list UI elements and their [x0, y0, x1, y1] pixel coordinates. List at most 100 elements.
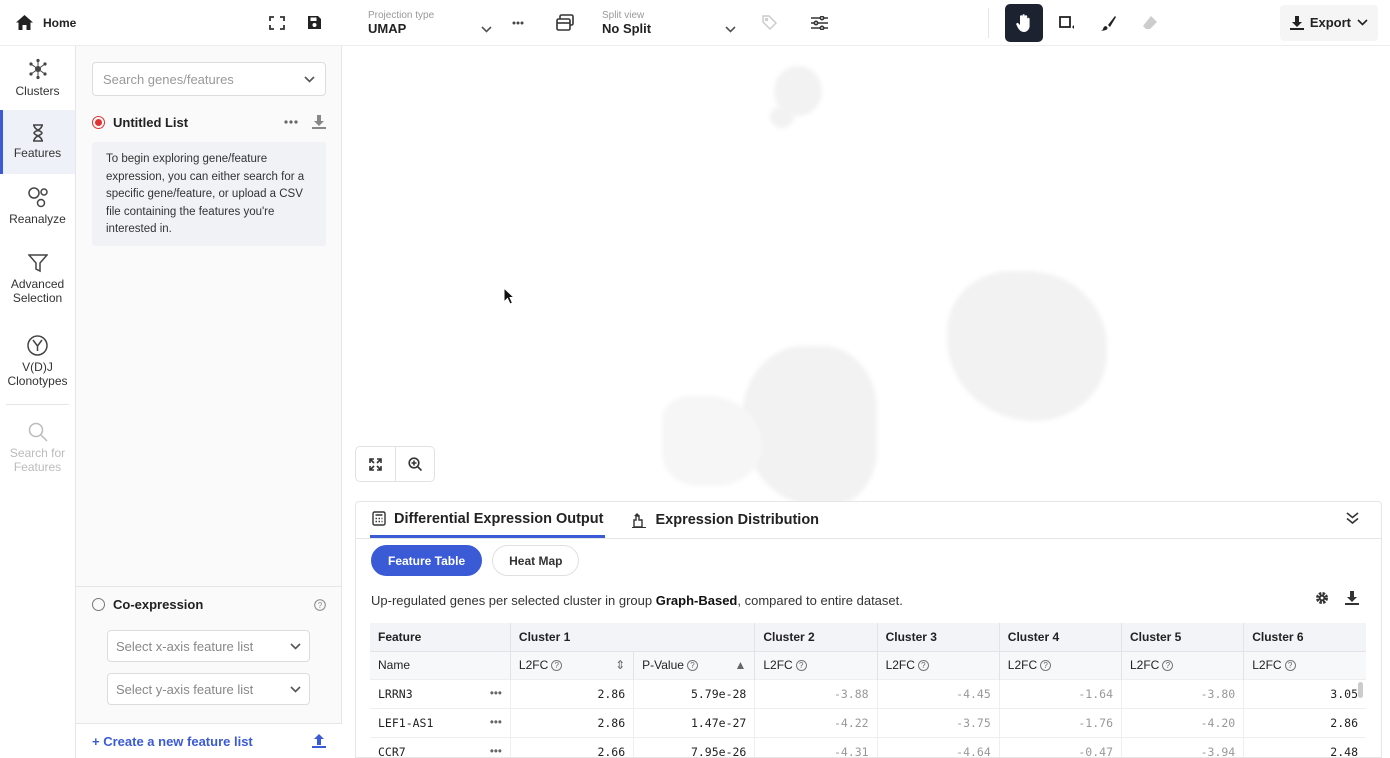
rail-reanalyze[interactable]: Reanalyze [0, 174, 75, 238]
help-icon[interactable]: ? [686, 660, 698, 672]
subheader-l2fc-label: L2FC [763, 658, 793, 672]
upload-icon[interactable] [312, 734, 326, 748]
export-button[interactable]: Export [1279, 4, 1378, 41]
coexpression-title: Co-expression [113, 597, 204, 612]
subheader-c3-l2fc[interactable]: L2FC? [876, 650, 1000, 679]
sort-icon[interactable]: ⇕ [615, 658, 625, 672]
fullscreen-icon[interactable] [269, 15, 285, 30]
help-icon[interactable]: ? [1162, 660, 1174, 672]
subheader-c2-l2fc[interactable]: L2FC? [754, 650, 878, 679]
projection-type-value: UMAP [368, 20, 407, 36]
distribution-icon [632, 512, 647, 528]
layers-icon[interactable] [556, 14, 574, 31]
feature-table-pill[interactable]: Feature Table [371, 545, 483, 576]
c4-l2fc-cell: -1.64 [998, 678, 1122, 708]
subheader-name[interactable]: Name [370, 650, 511, 679]
chevron-down-icon [481, 25, 492, 33]
table-scrollbar[interactable] [1358, 682, 1363, 698]
tag-icon[interactable] [762, 15, 777, 30]
collapse-panel-icon[interactable] [1346, 512, 1359, 524]
split-view-select[interactable]: Split view No Split [574, 10, 736, 36]
c5-l2fc-cell: -4.20 [1120, 707, 1244, 737]
c2-l2fc-cell: -3.88 [754, 678, 878, 708]
c2-l2fc-cell: -4.31 [754, 736, 878, 757]
chevron-down-icon [290, 642, 301, 650]
rail-advanced-label-2: Selection [12, 291, 63, 305]
feature-name-cell[interactable]: LEF1-AS1 ••• [370, 707, 511, 737]
more-options-icon[interactable] [284, 120, 298, 124]
rail-search-label-1: Search for [9, 446, 66, 460]
pan-tool-button[interactable] [1005, 3, 1043, 42]
x-axis-feature-select[interactable]: Select x-axis feature list [107, 630, 310, 662]
row-more-icon[interactable]: ••• [490, 746, 502, 757]
rail-clusters[interactable]: Clusters [0, 46, 75, 110]
subheader-c5-l2fc[interactable]: L2FC? [1120, 650, 1244, 679]
rail-advanced-selection[interactable]: Advanced Selection [0, 238, 75, 320]
c1-pvalue-cell: 1.47e-27 [633, 707, 755, 737]
subheader-l2fc-label: L2FC [518, 658, 549, 672]
help-icon[interactable]: ? [1040, 660, 1052, 672]
rail-search-features[interactable]: Search for Features [0, 407, 75, 489]
projection-plot[interactable] [342, 46, 1390, 501]
c3-l2fc-cell: -4.64 [876, 736, 1000, 757]
tab-differential-expression[interactable]: Differential Expression Output [370, 502, 606, 538]
eraser-icon [1143, 16, 1157, 29]
home-bar: Home [0, 0, 342, 46]
table-row[interactable]: LRRN3 ••• 2.86 5.79e-28 -3.88 -4.45 -1.64… [370, 678, 1366, 708]
sort-icon[interactable]: ▲ [734, 658, 746, 672]
gear-icon[interactable] [1315, 591, 1329, 605]
projection-more-icon[interactable] [512, 21, 524, 25]
row-more-icon[interactable]: ••• [490, 717, 502, 729]
rail-vdj-clonotypes[interactable]: V(D)J Clonotypes [0, 320, 75, 402]
eraser-tool[interactable] [1131, 4, 1169, 42]
heat-map-pill[interactable]: Heat Map [492, 545, 580, 576]
download-icon[interactable] [312, 115, 326, 129]
home-link[interactable]: Home [0, 15, 76, 30]
help-icon[interactable]: ? [795, 660, 807, 672]
subheader-c1-l2fc[interactable]: L2FC? ⇕ [509, 650, 634, 679]
coexpression-radio[interactable] [92, 598, 105, 611]
features-panel: Search genes/features Untitled List To b… [76, 46, 342, 758]
crop-icon [1059, 15, 1074, 29]
expand-arrows-icon [368, 457, 382, 471]
settings-sliders-icon[interactable] [811, 15, 828, 30]
c1-l2fc-cell: 2.66 [509, 736, 634, 757]
caption-group: Graph-Based [655, 593, 738, 608]
list-title[interactable]: Untitled List [113, 115, 188, 130]
subheader-c1-pvalue[interactable]: P-Value? ▲ [633, 650, 755, 679]
table-row[interactable]: LEF1-AS1 ••• 2.86 1.47e-27 -4.22 -3.75 -1… [370, 707, 1366, 737]
subheader-pvalue-label: P-Value [642, 658, 684, 672]
c2-l2fc-cell: -4.22 [754, 707, 878, 737]
feature-search-input[interactable]: Search genes/features [92, 62, 326, 96]
table-row[interactable]: CCR7 ••• 2.66 7.95e-26 -4.31 -4.64 -0.47 … [370, 736, 1366, 757]
vdj-icon [27, 334, 48, 356]
subheader-c4-l2fc[interactable]: L2FC? [998, 650, 1122, 679]
help-icon[interactable]: ? [917, 660, 929, 672]
row-more-icon[interactable]: ••• [490, 688, 502, 700]
search-icon [28, 422, 48, 442]
fit-view-button[interactable] [356, 447, 395, 481]
help-icon[interactable]: ? [1284, 660, 1296, 672]
list-select-radio[interactable] [92, 115, 105, 129]
export-label: Export [1309, 15, 1351, 30]
rail-features[interactable]: Features [0, 110, 75, 174]
tab-expression-distribution[interactable]: Expression Distribution [629, 502, 821, 538]
save-icon[interactable] [307, 15, 322, 30]
clusters-icon [27, 58, 49, 80]
feature-name-cell[interactable]: LRRN3 ••• [370, 678, 511, 708]
y-axis-feature-select[interactable]: Select y-axis feature list [107, 673, 310, 705]
left-rail: Clusters Features Reanalyze Advanced Sel… [0, 46, 76, 758]
help-icon[interactable]: ? [551, 660, 563, 672]
help-icon[interactable]: ? [314, 598, 326, 611]
cluster-blob [947, 271, 1107, 421]
c5-l2fc-cell: -3.80 [1120, 678, 1244, 708]
create-feature-list-button[interactable]: + Create a new feature list [76, 723, 342, 758]
lasso-brush-tool[interactable] [1089, 4, 1127, 42]
subheader-c6-l2fc[interactable]: L2FC? [1243, 650, 1366, 679]
download-table-icon[interactable] [1345, 591, 1359, 605]
projection-type-select[interactable]: Projection type UMAP [342, 10, 492, 36]
feature-name-cell[interactable]: CCR7 ••• [370, 736, 511, 757]
zoom-button[interactable] [394, 447, 435, 481]
y-axis-placeholder: Select y-axis feature list [116, 681, 254, 697]
rectangle-select-tool[interactable] [1047, 4, 1085, 42]
